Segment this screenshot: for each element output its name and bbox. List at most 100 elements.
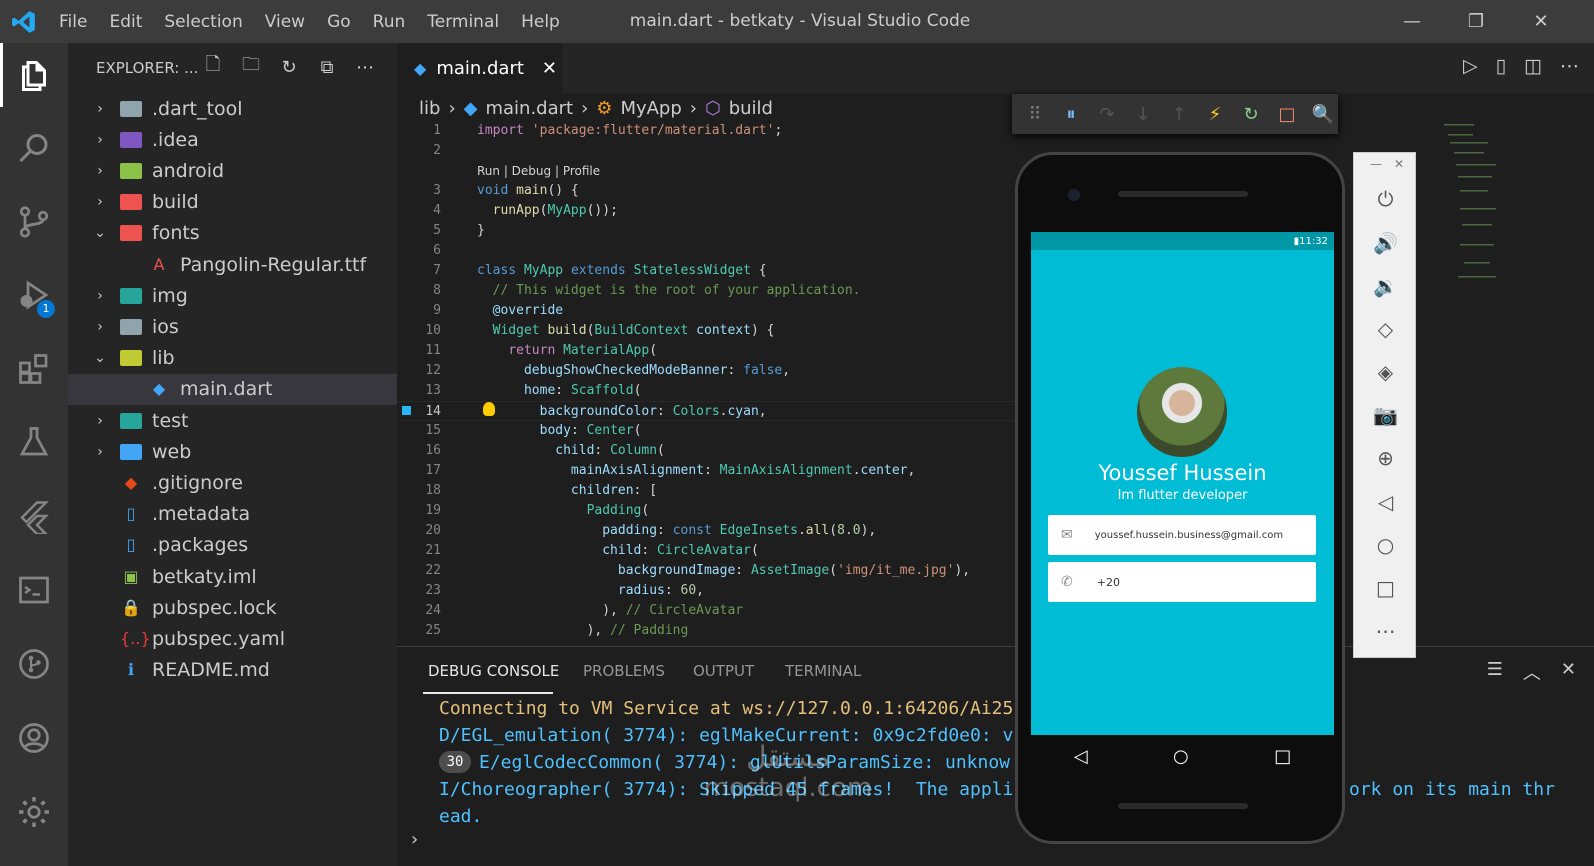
step-out-icon[interactable]: ↑ bbox=[1168, 103, 1190, 125]
hot-reload-icon[interactable]: ⚡ bbox=[1204, 103, 1226, 125]
tree-item[interactable]: A Pangolin-Regular.ttf bbox=[68, 249, 397, 280]
tree-item[interactable]: 🔒 pubspec.lock bbox=[68, 592, 397, 623]
close-window-button[interactable]: ✕ bbox=[1518, 0, 1564, 43]
step-over-icon[interactable]: ↷ bbox=[1096, 103, 1118, 125]
menu-edit[interactable]: Edit bbox=[98, 12, 153, 32]
extensions-activity[interactable] bbox=[0, 339, 68, 399]
camera-icon[interactable]: 📷 bbox=[1354, 400, 1417, 430]
emu-minimize-icon[interactable]: — bbox=[1370, 157, 1382, 171]
rotate-right-icon[interactable]: ◈ bbox=[1354, 357, 1417, 387]
tab-main-dart[interactable]: ◆ main.dart ✕ bbox=[397, 43, 562, 93]
tree-item[interactable]: ◆ main.dart bbox=[68, 373, 397, 405]
nav-back-icon[interactable]: ◁ bbox=[1074, 746, 1088, 767]
explorer-activity[interactable] bbox=[0, 46, 68, 106]
flutter-activity[interactable] bbox=[0, 486, 68, 546]
menu-selection[interactable]: Selection bbox=[153, 12, 253, 32]
restore-button[interactable]: ❐ bbox=[1453, 0, 1499, 43]
tree-item[interactable]: ℹ README.md bbox=[68, 655, 397, 686]
emu-close-icon[interactable]: ✕ bbox=[1394, 157, 1404, 171]
tree-item[interactable]: ⌄ fonts bbox=[68, 218, 397, 249]
chevron-right-icon: › bbox=[97, 162, 103, 179]
email-card[interactable]: ✉ youssef.hussein.business@gmail.com bbox=[1048, 515, 1316, 555]
menu-view[interactable]: View bbox=[254, 12, 316, 32]
tree-item[interactable]: › test bbox=[68, 405, 397, 436]
menu-terminal[interactable]: Terminal bbox=[416, 12, 510, 32]
tree-item[interactable]: {..} pubspec.yaml bbox=[68, 623, 397, 654]
nav-recents-icon[interactable]: □ bbox=[1274, 746, 1291, 767]
home-icon[interactable]: ○ bbox=[1354, 530, 1417, 560]
tab-output[interactable]: OUTPUT bbox=[693, 662, 754, 680]
nav-home-icon[interactable]: ○ bbox=[1173, 746, 1189, 767]
devtools-icon[interactable]: 🔍 bbox=[1312, 103, 1334, 125]
close-tab-icon[interactable]: ✕ bbox=[542, 58, 557, 79]
tree-item[interactable]: › android bbox=[68, 155, 397, 186]
codelens[interactable]: Run | Debug | Profile bbox=[477, 161, 600, 181]
menu-file[interactable]: File bbox=[48, 12, 98, 32]
tab-debug-console[interactable]: DEBUG CONSOLE bbox=[428, 662, 559, 680]
accounts-activity[interactable] bbox=[0, 708, 68, 768]
pause-icon[interactable]: ⏸ bbox=[1060, 103, 1082, 125]
stop-icon[interactable]: □ bbox=[1276, 103, 1298, 125]
tree-item[interactable]: ▯ .metadata bbox=[68, 499, 397, 530]
lightbulb-icon[interactable] bbox=[483, 402, 495, 416]
watermark: مستقل mostaql.com bbox=[688, 740, 888, 803]
drag-handle-icon[interactable]: ⠿ bbox=[1024, 103, 1046, 125]
tree-item[interactable]: › ios bbox=[68, 311, 397, 342]
console-input-prompt[interactable]: › bbox=[411, 829, 418, 850]
settings-activity[interactable] bbox=[0, 782, 68, 842]
tree-item[interactable]: › img bbox=[68, 280, 397, 311]
phone-card[interactable]: ✆ +20 bbox=[1048, 562, 1316, 602]
more-actions-icon[interactable]: ⋯ bbox=[353, 55, 377, 79]
overview-icon[interactable]: □ bbox=[1354, 573, 1417, 603]
rotate-left-icon[interactable]: ◇ bbox=[1354, 314, 1417, 344]
tree-item[interactable]: ◆ .gitignore bbox=[68, 467, 397, 498]
terminal-activity[interactable] bbox=[0, 560, 68, 620]
back-icon[interactable]: ◁ bbox=[1354, 487, 1417, 517]
tree-item[interactable]: › .dart_tool bbox=[68, 93, 397, 124]
testing-activity[interactable] bbox=[0, 412, 68, 472]
tab-problems[interactable]: PROBLEMS bbox=[583, 662, 665, 680]
flutter-devices-icon[interactable]: ▯ bbox=[1496, 55, 1506, 77]
maximize-panel-icon[interactable]: ︿ bbox=[1523, 659, 1541, 685]
source-control-activity[interactable] bbox=[0, 192, 68, 252]
breadcrumb-file[interactable]: main.dart bbox=[485, 98, 573, 119]
git-graph-activity[interactable] bbox=[0, 634, 68, 694]
minimap[interactable] bbox=[1440, 120, 1550, 310]
run-debug-activity[interactable]: 1 bbox=[0, 265, 68, 325]
collapse-all-icon[interactable]: ⧉ bbox=[315, 55, 339, 79]
power-icon[interactable]: ⏻ bbox=[1354, 184, 1417, 214]
tab-terminal[interactable]: TERMINAL bbox=[785, 662, 861, 680]
more-icon[interactable]: ⋯ bbox=[1354, 616, 1417, 646]
volume-up-icon[interactable]: 🔊 bbox=[1354, 228, 1417, 258]
editor-more-icon[interactable]: ⋯ bbox=[1560, 55, 1579, 77]
tree-item[interactable]: › web bbox=[68, 436, 397, 467]
breadcrumb-class[interactable]: MyApp bbox=[620, 98, 681, 119]
hot-restart-icon[interactable]: ↻ bbox=[1240, 103, 1262, 125]
breadcrumb-lib[interactable]: lib bbox=[419, 98, 440, 119]
tree-item[interactable]: › .idea bbox=[68, 124, 397, 155]
files-icon bbox=[22, 61, 46, 91]
split-editor-icon[interactable]: ◫ bbox=[1524, 55, 1542, 77]
tree-item[interactable]: ▣ betkaty.iml bbox=[68, 561, 397, 592]
new-folder-icon[interactable]: 🗀 bbox=[239, 54, 263, 79]
code-editor[interactable]: 1 import 'package:flutter/material.dart';… bbox=[397, 121, 1017, 689]
run-icon[interactable]: ▷ bbox=[1463, 55, 1478, 77]
close-panel-icon[interactable]: ✕ bbox=[1561, 659, 1576, 685]
emulator-screen[interactable]: ▮ 11:32 Youssef Hussein Im flutter devel… bbox=[1031, 232, 1334, 735]
menu-run[interactable]: Run bbox=[362, 12, 417, 32]
tree-item[interactable]: ⌄ lib bbox=[68, 343, 397, 374]
search-activity[interactable] bbox=[0, 119, 68, 179]
chevron-right-icon: › bbox=[97, 318, 103, 335]
tree-item[interactable]: ▯ .packages bbox=[68, 530, 397, 561]
volume-down-icon[interactable]: 🔉 bbox=[1354, 271, 1417, 301]
clear-console-icon[interactable]: ☰ bbox=[1487, 659, 1503, 685]
dart-icon: ◆ bbox=[463, 97, 478, 119]
refresh-icon[interactable]: ↻ bbox=[277, 55, 301, 79]
minimize-button[interactable]: — bbox=[1389, 0, 1435, 43]
breadcrumb-method[interactable]: build bbox=[729, 98, 773, 119]
step-into-icon[interactable]: ↓ bbox=[1132, 103, 1154, 125]
menu-go[interactable]: Go bbox=[316, 12, 362, 32]
zoom-icon[interactable]: ⊕ bbox=[1354, 443, 1417, 473]
tree-item[interactable]: › build bbox=[68, 187, 397, 218]
new-file-icon[interactable]: 🗋 bbox=[201, 54, 225, 79]
